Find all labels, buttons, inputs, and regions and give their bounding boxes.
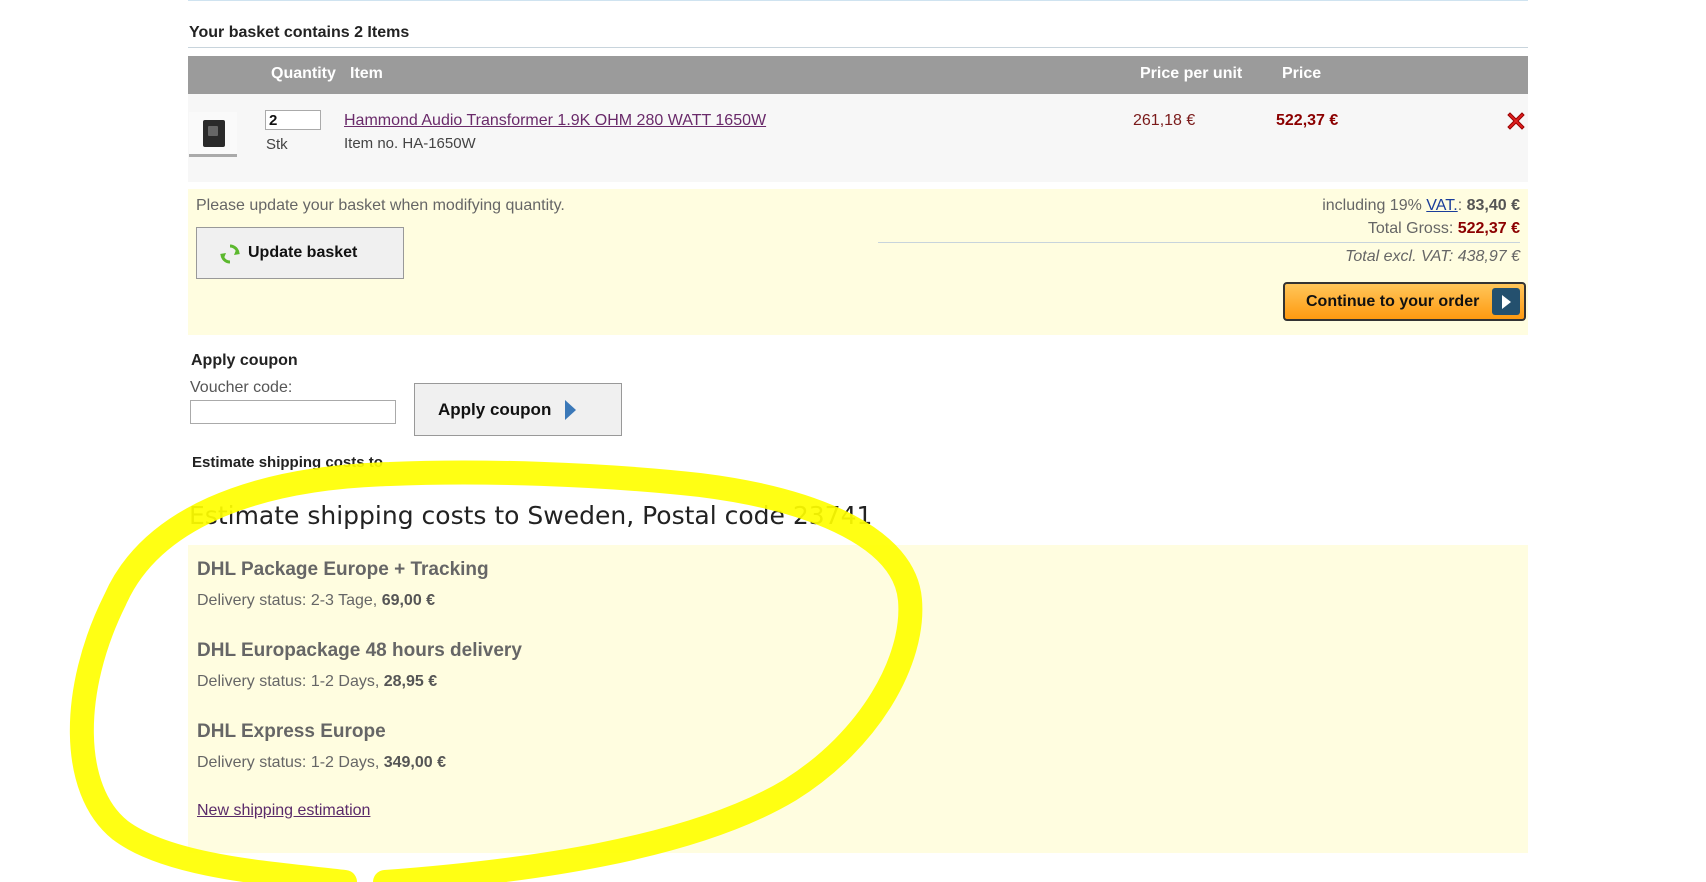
line-price: 522,37 € xyxy=(1276,112,1339,129)
table-row: Stk Hammond Audio Transformer 1.9K OHM 2… xyxy=(188,94,1528,182)
refresh-icon xyxy=(220,244,240,264)
shipping-option-status: Delivery status: 1-2 Days, 349,00 € xyxy=(197,754,446,772)
header-price: Price xyxy=(1282,65,1322,82)
gross-label: Total Gross: xyxy=(1367,220,1454,237)
shipping-cost: 69,00 € xyxy=(381,592,436,609)
remove-item-icon[interactable] xyxy=(1505,110,1527,132)
vat-link[interactable]: VAT. xyxy=(1426,197,1457,214)
shipping-cost: 349,00 € xyxy=(383,754,447,771)
update-basket-label: Update basket xyxy=(248,244,358,261)
vat-amount: 83,40 € xyxy=(1466,197,1520,214)
vat-separator: : xyxy=(1457,197,1463,214)
arrow-right-icon xyxy=(1492,288,1520,315)
vat-prefix: including 19% xyxy=(1322,197,1422,214)
shipping-options-panel: DHL Package Europe + Tracking Delivery s… xyxy=(188,545,1528,853)
shipping-option-status: Delivery status: 1-2 Days, 28,95 € xyxy=(197,673,522,691)
continue-order-label: Continue to your order xyxy=(1306,293,1480,310)
shipping-option: DHL Europackage 48 hours delivery Delive… xyxy=(197,640,522,691)
apply-coupon-button[interactable]: Apply coupon xyxy=(414,383,622,436)
gross-amount: 522,37 € xyxy=(1457,220,1520,237)
basket-table-header: Quantity Item Price per unit Price xyxy=(188,56,1528,94)
arrow-right-icon xyxy=(565,400,576,420)
new-shipping-estimation-link[interactable]: New shipping estimation xyxy=(197,802,370,820)
shipping-option: DHL Package Europe + Tracking Delivery s… xyxy=(197,559,489,610)
basket-title: Your basket contains 2 Items xyxy=(189,24,410,41)
shipping-option-status: Delivery status: 2-3 Tage, 69,00 € xyxy=(197,592,489,610)
title-divider xyxy=(188,47,1528,48)
voucher-code-input[interactable] xyxy=(190,400,396,424)
header-quantity: Quantity xyxy=(271,65,336,82)
shipping-estimate-heading: Estimate shipping costs to Sweden, Posta… xyxy=(189,501,873,530)
product-link[interactable]: Hammond Audio Transformer 1.9K OHM 280 W… xyxy=(344,112,766,130)
update-note: Please update your basket when modifying… xyxy=(196,197,565,214)
shipping-option-name: DHL Europackage 48 hours delivery xyxy=(197,640,522,661)
quantity-input[interactable] xyxy=(265,110,321,130)
product-thumbnail[interactable] xyxy=(189,112,237,157)
header-price-per-unit: Price per unit xyxy=(1140,65,1243,82)
gross-line: Total Gross: 522,37 € xyxy=(1368,220,1520,238)
coupon-title: Apply coupon xyxy=(191,352,298,369)
update-basket-button[interactable]: Update basket xyxy=(196,227,404,279)
header-item: Item xyxy=(350,65,383,82)
continue-order-button[interactable]: Continue to your order xyxy=(1283,282,1526,321)
price-per-unit: 261,18 € xyxy=(1133,112,1196,129)
shipping-option-name: DHL Package Europe + Tracking xyxy=(197,559,489,580)
summary-divider xyxy=(878,242,1520,243)
basket-summary-panel: Please update your basket when modifying… xyxy=(188,189,1528,335)
voucher-label: Voucher code: xyxy=(190,379,293,396)
total-excl-vat: Total excl. VAT: 438,97 € xyxy=(1345,248,1520,265)
shipping-cost: 28,95 € xyxy=(383,673,438,690)
vat-line: including 19% VAT.: 83,40 € xyxy=(1322,197,1520,215)
shipping-section-title: Estimate shipping costs to xyxy=(192,454,383,471)
top-divider xyxy=(188,0,1528,1)
delivery-status: Delivery status: 1-2 Days, xyxy=(197,673,380,690)
item-number: Item no. HA-1650W xyxy=(344,135,476,152)
shipping-option-name: DHL Express Europe xyxy=(197,721,386,742)
delivery-status: Delivery status: 1-2 Days, xyxy=(197,754,380,771)
shipping-option: DHL Express Europe Delivery status: 1-2 … xyxy=(197,721,446,772)
delivery-status: Delivery status: 2-3 Tage, xyxy=(197,592,378,609)
quantity-unit: Stk xyxy=(266,136,288,153)
apply-coupon-label: Apply coupon xyxy=(438,400,552,419)
